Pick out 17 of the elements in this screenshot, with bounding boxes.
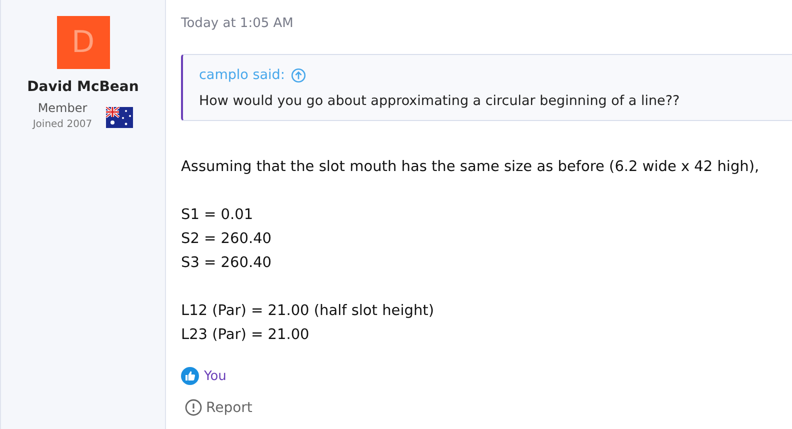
user-title: Member: [38, 101, 88, 115]
report-link[interactable]: Report: [181, 399, 252, 416]
jump-up-icon[interactable]: [290, 68, 306, 82]
post-text: L23 (Par) = 21.00: [181, 326, 310, 345]
join-date: Joined 2007: [32, 119, 92, 130]
post-text: L12 (Par) = 21.00 (half slot height): [181, 302, 435, 321]
post-text: S3 = 260.40: [181, 254, 273, 273]
post-text: Assuming that the slot mouth has the same size as before (6.2 wide x 42 high),: [181, 158, 760, 177]
reaction-user[interactable]: You: [204, 368, 226, 384]
username[interactable]: David McBean: [27, 79, 139, 95]
post-text: S2 = 260.40: [181, 230, 273, 249]
quote-text: How would you go about approximating a circular beginning of a line??: [199, 93, 681, 109]
flag-icon: [106, 107, 134, 128]
warning-icon: [185, 399, 202, 416]
post-timestamp[interactable]: Today at 1:05 AM: [181, 16, 792, 36]
post-text: S1 = 0.01: [181, 206, 254, 225]
like-icon: [181, 367, 199, 385]
